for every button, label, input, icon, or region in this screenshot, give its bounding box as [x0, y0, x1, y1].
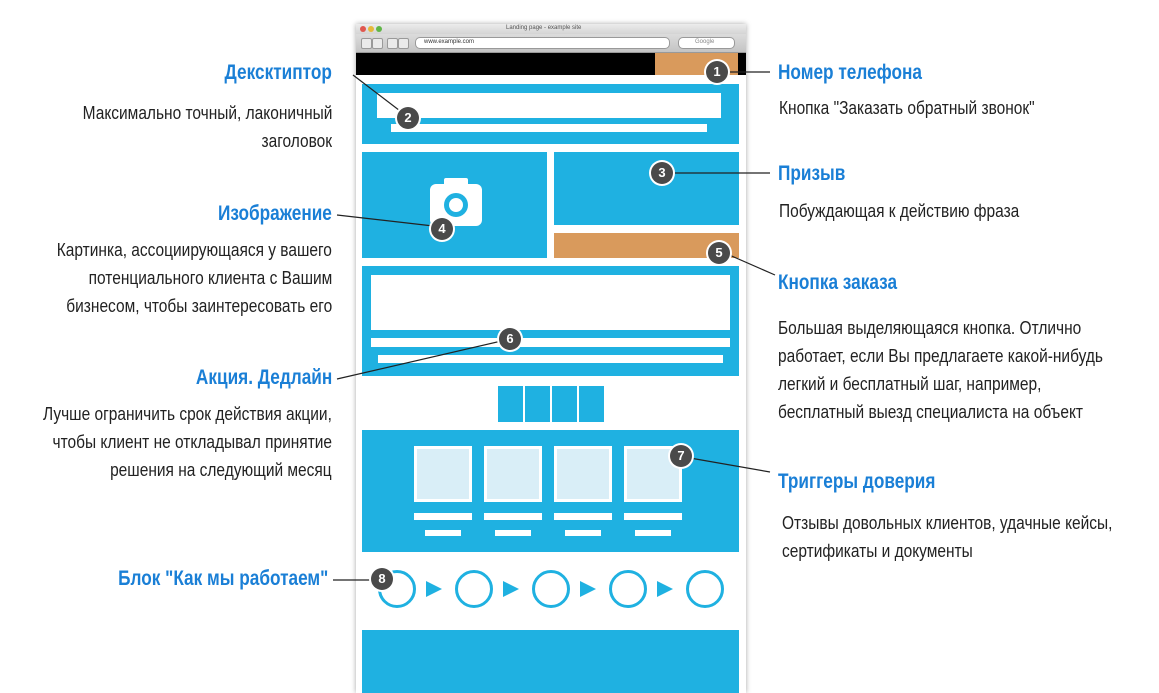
call-to-action-title: Призыв — [778, 162, 846, 185]
trust-title: Триггеры доверия — [778, 470, 936, 493]
how-we-work-title: Блок "Как мы работаем" — [117, 567, 328, 590]
badge-descriptor: 2 — [397, 107, 419, 129]
promo-desc-line1: Лучше ограничить срок действия акции, — [43, 404, 332, 424]
descriptor-desc-line1: Максимально точный, лаконичный — [82, 103, 332, 123]
image-desc-line2: потенциального клиента с Вашим — [88, 268, 332, 288]
phone-desc-line1: Кнопка "Заказать обратный звонок" — [779, 98, 1035, 118]
connector-order-button — [726, 253, 776, 276]
badge-image: 4 — [431, 218, 453, 240]
image-title: Изображение — [218, 202, 332, 225]
badge-promo: 6 — [499, 328, 521, 350]
badge-trust: 7 — [670, 445, 692, 467]
trust-desc-line2: сертификаты и документы — [782, 541, 973, 561]
badge-order-button: 5 — [708, 242, 730, 264]
connector-trust — [689, 457, 771, 473]
badge-phone: 1 — [706, 61, 728, 83]
promo-desc-line3: решения на следующий месяц — [110, 460, 332, 480]
image-desc-line3: бизнесом, чтобы заинтересовать его — [66, 296, 332, 316]
badge-call-to-action: 3 — [651, 162, 673, 184]
promo-desc-line2: чтобы клиент не откладывал принятие — [52, 432, 332, 452]
connector-image — [336, 214, 443, 228]
badge-how-we-work: 8 — [371, 568, 393, 590]
order-button-desc-line3: легкий и бесплатный шаг, например, — [778, 374, 1042, 394]
promo-title: Акция. Дедлайн — [195, 366, 332, 389]
descriptor-title: Дексктиптор — [224, 61, 332, 84]
order-button-desc-line2: работает, если Вы предлагаете какой-нибу… — [778, 346, 1103, 366]
order-button-desc-line1: Большая выделяющаяся кнопка. Отлично — [778, 318, 1082, 338]
connector-promo — [336, 338, 511, 380]
order-button-desc-line4: бесплатный выезд специалиста на объект — [778, 402, 1083, 422]
phone-title: Номер телефона — [778, 61, 922, 84]
trust-desc-line1: Отзывы довольных клиентов, удачные кейсы… — [782, 513, 1113, 533]
call-to-action-desc-line1: Побуждающая к действию фраза — [779, 201, 1020, 221]
image-desc-line1: Картинка, ассоциирующаяся у вашего — [56, 240, 332, 260]
descriptor-desc-line2: заголовок — [261, 131, 332, 151]
order-button-title: Кнопка заказа — [778, 271, 898, 294]
